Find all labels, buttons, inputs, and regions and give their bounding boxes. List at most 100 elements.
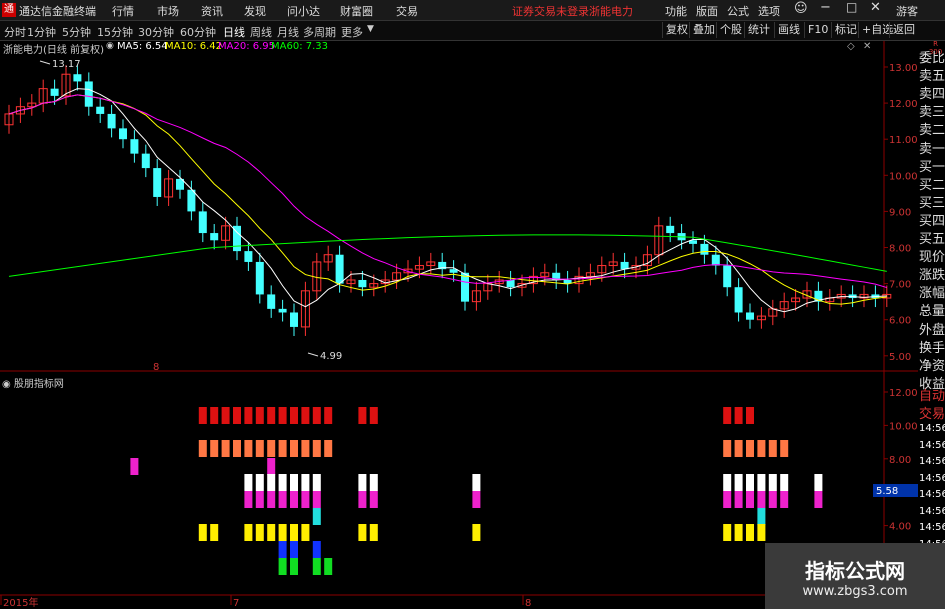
side-panel-label: 买一 <box>919 159 945 175</box>
menu-item-market[interactable]: 市场 <box>157 3 179 19</box>
mark-button[interactable]: 标记 <box>831 22 860 38</box>
period-more[interactable]: 更多 <box>341 24 363 40</box>
high-price-pointer <box>39 60 51 65</box>
period-1min[interactable]: 1分钟 <box>27 24 56 40</box>
indicator-bar <box>369 407 378 424</box>
settings-icon[interactable]: ◉ <box>2 379 11 390</box>
indicator-tick-label: 12.00 <box>889 388 918 399</box>
side-panel-trade-label[interactable]: 自动 <box>919 385 945 404</box>
candle-body <box>290 312 298 327</box>
maximize-icon[interactable]: □ <box>846 0 857 14</box>
candle-body <box>711 254 720 266</box>
candle-body <box>426 261 436 267</box>
message-icon[interactable]: ☺ <box>794 1 808 16</box>
indicator-bar <box>290 407 298 424</box>
menu-item-discover[interactable]: 发现 <box>244 3 266 19</box>
indicator-bar <box>358 407 367 424</box>
period-weekly[interactable]: 周线 <box>250 24 272 40</box>
diamond-icon[interactable]: ◇ <box>847 41 855 52</box>
candle-body <box>50 88 59 96</box>
side-panel-label: 卖五 <box>919 69 945 85</box>
side-panel-label: 换手 <box>919 340 945 356</box>
adjust-button[interactable]: 复权 <box>662 22 691 38</box>
ma60-line <box>8 234 887 277</box>
candle-body <box>414 265 424 270</box>
tick-time: 14:56 <box>919 505 945 517</box>
chevron-down-icon[interactable]: ▼ <box>367 24 374 34</box>
price-tick-label: 5.00 <box>889 352 911 363</box>
indicator-bar <box>757 524 766 541</box>
period-intraday[interactable]: 分时 <box>4 24 26 40</box>
indicator-bar <box>278 440 287 457</box>
side-panel-label: 卖四 <box>919 87 945 103</box>
price-tick-label: 8.00 <box>889 244 911 255</box>
high-price-label: 13.17 <box>52 59 81 70</box>
price-tick-label: 11.00 <box>889 135 918 146</box>
indicator-bar <box>723 524 732 541</box>
candle-body <box>449 269 458 273</box>
period-60min[interactable]: 60分钟 <box>180 24 216 40</box>
indicator-bar <box>198 440 207 457</box>
menu-item-news[interactable]: 资讯 <box>201 3 223 19</box>
period-multi[interactable]: 多周期 <box>303 24 336 40</box>
indicator-bar <box>312 440 321 457</box>
settings-icon[interactable]: ◉ <box>106 41 114 51</box>
menu-item-function[interactable]: 功能 <box>665 3 687 19</box>
login-status[interactable]: 证券交易未登录 <box>512 3 589 19</box>
menu-item-trade[interactable]: 交易 <box>396 3 418 19</box>
side-panel-trade-label[interactable]: 交易 <box>919 403 945 422</box>
current-stock-name: 浙能电力 <box>589 5 633 18</box>
period-monthly[interactable]: 月线 <box>277 24 299 40</box>
indicator-bar <box>278 558 287 575</box>
period-30min[interactable]: 30分钟 <box>138 24 174 40</box>
candle-body <box>198 211 207 234</box>
indicator-bar <box>244 524 253 541</box>
stock-button[interactable]: 个股 <box>716 22 745 38</box>
candle-body <box>631 265 641 270</box>
menu-item-market-quotes[interactable]: 行情 <box>112 3 134 19</box>
candle-body <box>779 301 789 310</box>
indicator-bar <box>301 491 310 508</box>
candle-body <box>848 294 857 299</box>
menu-item-wealth-circle[interactable]: 财富圈 <box>340 3 373 19</box>
menu-item-formula[interactable]: 公式 <box>727 3 749 19</box>
candle-body <box>38 88 48 104</box>
menu-item-options[interactable]: 选项 <box>758 3 780 19</box>
menu-bar: 通 通达信金融终端 行情 市场 资讯 发现 问小达 财富圈 交易 证券交易未登录… <box>0 0 945 21</box>
close-icon[interactable]: ✕ <box>870 0 881 15</box>
period-daily[interactable]: 日线 <box>223 24 245 40</box>
close-panel-icon[interactable]: ✕ <box>863 41 871 52</box>
candle-body <box>871 294 880 299</box>
overlay-button[interactable]: 叠加 <box>689 22 718 38</box>
menu-item-layout[interactable]: 版面 <box>696 3 718 19</box>
indicator-bar <box>324 558 333 575</box>
candle-body <box>746 312 754 320</box>
period-15min[interactable]: 15分钟 <box>97 24 133 40</box>
stats-button[interactable]: 统计 <box>744 22 773 38</box>
period-5min[interactable]: 5分钟 <box>62 24 91 40</box>
indicator-bar <box>746 440 754 457</box>
indicator-bar <box>210 407 219 424</box>
candle-body <box>107 113 116 129</box>
back-button[interactable]: 返回 <box>889 22 918 38</box>
candle-body <box>312 261 322 292</box>
minimize-icon[interactable]: − <box>820 0 831 15</box>
candle-body <box>506 279 515 288</box>
guest-label[interactable]: 游客 <box>896 3 918 19</box>
candlestick-chart[interactable]: 13.00 12.00 11.00 10.00 9.00 8.00 7.00 6.00 5.00… <box>0 0 945 609</box>
draw-button[interactable]: 画线 <box>774 22 803 38</box>
candle-body <box>323 254 333 263</box>
candle-body <box>677 233 686 241</box>
menu-item-ask[interactable]: 问小达 <box>287 3 320 19</box>
indicator-bar <box>267 474 276 491</box>
f10-button[interactable]: F10 <box>804 22 831 38</box>
side-panel-label: 现价 <box>919 250 945 266</box>
ma10-line <box>8 94 887 305</box>
indicator-bar <box>746 524 754 541</box>
side-panel-label: 卖一 <box>919 141 945 157</box>
ma20-value: MA20: 6.95 <box>218 41 276 52</box>
indicator-bar <box>768 491 777 508</box>
indicator-bar <box>312 541 321 558</box>
indicator-bar <box>746 474 754 491</box>
indicator-bar <box>312 474 321 491</box>
